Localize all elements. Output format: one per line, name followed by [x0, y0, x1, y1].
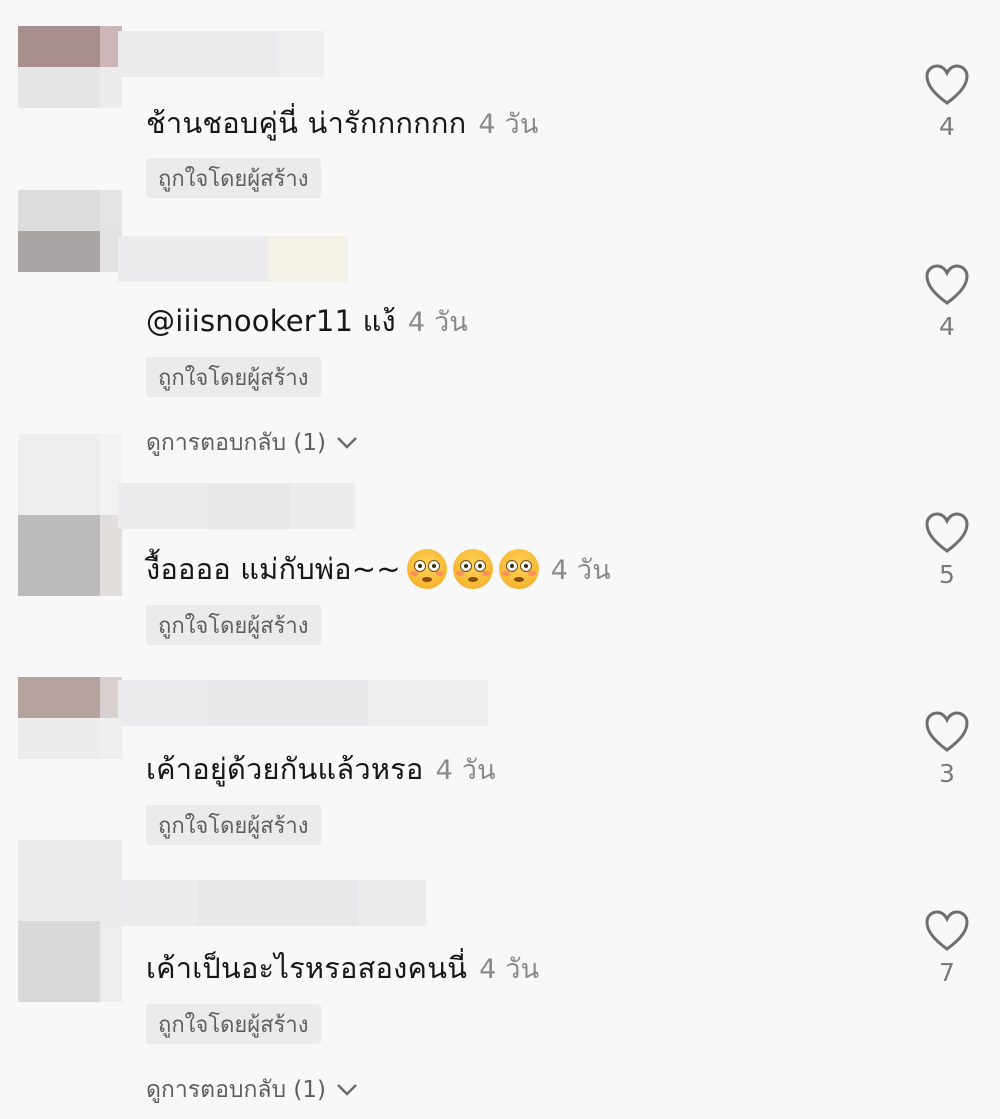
like-count: 3	[939, 759, 955, 788]
comment-body: เค้าอยู่ด้วยกันแล้วหรอ	[146, 752, 424, 786]
avatar[interactable]	[18, 434, 122, 596]
heart-outline-icon	[925, 264, 969, 305]
chevron-down-icon	[337, 1084, 357, 1096]
like-count: 7	[939, 958, 955, 987]
chevron-down-icon	[337, 437, 357, 449]
view-replies-link[interactable]: ดูการตอบกลับ (1)	[146, 425, 358, 461]
like-button[interactable]: 4	[922, 264, 972, 341]
username-blurred[interactable]	[118, 236, 348, 282]
liked-by-creator-badge: ถูกใจโดยผู้สร้าง	[146, 357, 321, 397]
heart-outline-icon	[925, 512, 969, 553]
liked-by-creator-badge: ถูกใจโดยผู้สร้าง	[146, 805, 321, 845]
liked-by-creator-badge: ถูกใจโดยผู้สร้าง	[146, 1004, 321, 1044]
view-replies-label: ดูการตอบกลับ (1)	[146, 1077, 326, 1103]
heart-outline-icon	[925, 711, 969, 752]
comment-text: เค้าอยู่ด้วยกันแล้วหรอ 4 วัน	[146, 748, 496, 790]
like-button[interactable]: 3	[922, 711, 972, 788]
comment-body: @iiisnooker11 แง้	[146, 304, 396, 338]
comment-time: 4 วัน	[435, 754, 496, 786]
comment-time: 4 วัน	[550, 554, 611, 586]
comment-text: งื้ออออ แม่กับพ่อ~~ 4 วัน	[146, 546, 611, 592]
like-count: 4	[939, 112, 955, 141]
comment-text: @iiisnooker11 แง้ 4 วัน	[146, 300, 468, 342]
username-blurred[interactable]	[118, 31, 324, 77]
comment-time: 4 วัน	[407, 306, 469, 338]
like-count: 5	[939, 560, 955, 589]
view-replies-label: ดูการตอบกลับ (1)	[146, 430, 326, 456]
avatar[interactable]	[18, 840, 122, 1002]
heart-outline-icon	[925, 910, 969, 951]
heart-outline-icon	[925, 64, 969, 105]
flushed-face-icon	[498, 549, 539, 589]
comment-body: ช้านชอบคู่นี่ น่ารักกกกกก	[146, 106, 467, 140]
avatar[interactable]	[18, 190, 122, 272]
comment-body: เค้าเป็นอะไรหรอสองคนนี่	[146, 951, 468, 985]
comment-text: เค้าเป็นอะไรหรอสองคนนี่ 4 วัน	[146, 947, 539, 989]
like-button[interactable]: 7	[922, 910, 972, 987]
flushed-face-icon	[406, 549, 447, 589]
username-blurred[interactable]	[118, 483, 355, 529]
like-count: 4	[939, 312, 955, 341]
view-replies-link[interactable]: ดูการตอบกลับ (1)	[146, 1072, 358, 1108]
like-button[interactable]: 5	[922, 512, 972, 589]
comment-time: 4 วัน	[478, 108, 539, 140]
liked-by-creator-badge: ถูกใจโดยผู้สร้าง	[146, 158, 321, 198]
comment-text: ช้านชอบคู่นี่ น่ารักกกกกก 4 วัน	[146, 102, 539, 144]
like-button[interactable]: 4	[922, 64, 972, 141]
liked-by-creator-badge: ถูกใจโดยผู้สร้าง	[146, 605, 321, 645]
comment-body: งื้ออออ แม่กับพ่อ~~	[146, 552, 401, 586]
username-blurred[interactable]	[118, 880, 426, 926]
avatar[interactable]	[18, 677, 122, 759]
avatar[interactable]	[18, 26, 122, 108]
username-blurred[interactable]	[118, 680, 488, 726]
flushed-face-icon	[452, 549, 493, 589]
comment-time: 4 วัน	[479, 953, 540, 985]
